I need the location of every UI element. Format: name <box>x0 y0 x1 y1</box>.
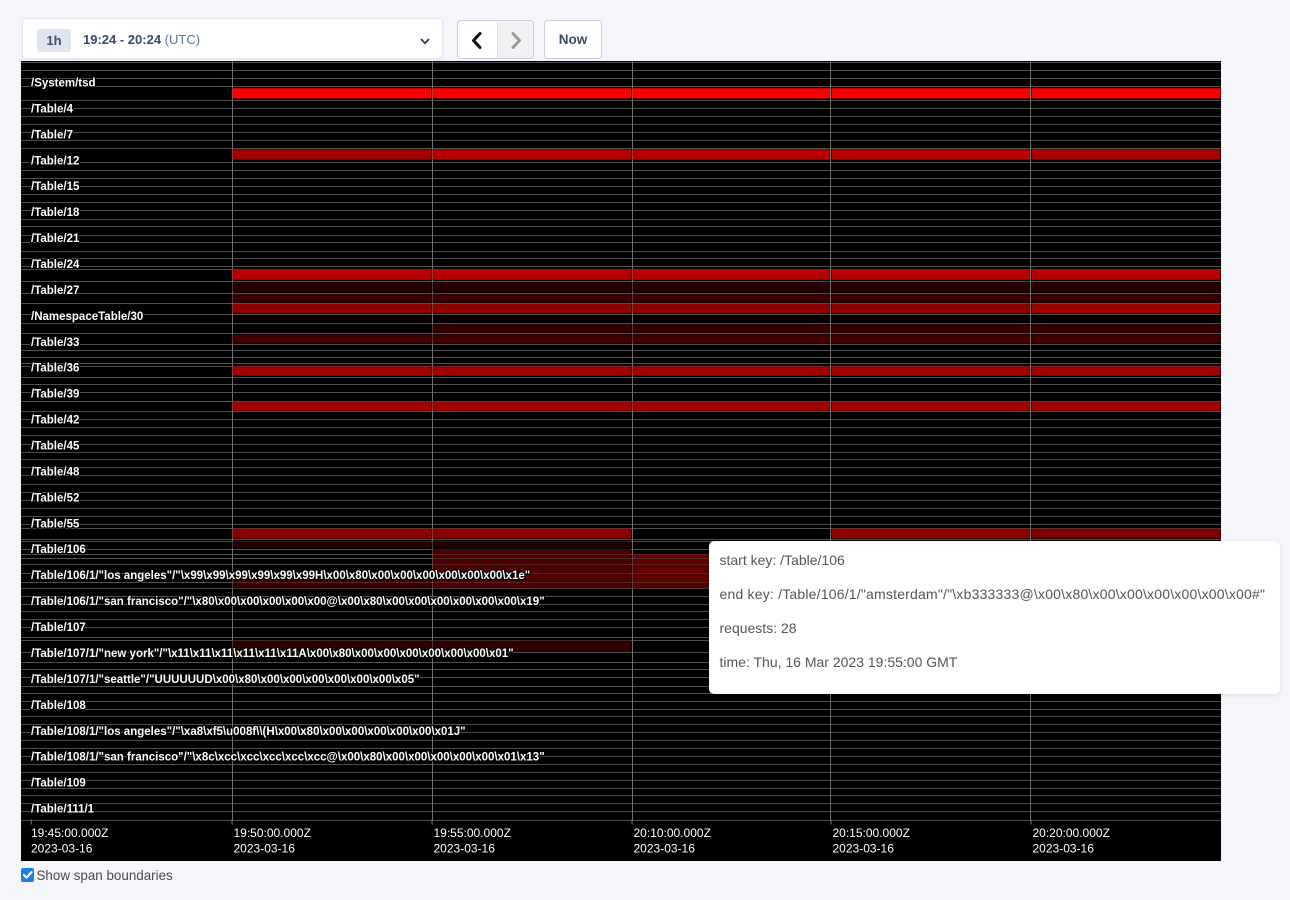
svg-text:/Table/27: /Table/27 <box>31 285 79 297</box>
svg-text:/Table/108/1/"san francisco"/": /Table/108/1/"san francisco"/"\x8c\xcc\x… <box>31 752 545 764</box>
svg-text:20:10:00.000Z: 20:10:00.000Z <box>634 826 711 840</box>
svg-text:/System/tsd: /System/tsd <box>31 78 96 90</box>
svg-text:19:55:00.000Z: 19:55:00.000Z <box>434 826 511 840</box>
svg-text:/Table/42: /Table/42 <box>31 415 79 427</box>
svg-text:/Table/108: /Table/108 <box>31 700 86 712</box>
svg-text:2023-03-16: 2023-03-16 <box>634 842 696 856</box>
svg-text:2023-03-16: 2023-03-16 <box>434 842 496 856</box>
svg-text:/NamespaceTable/30: /NamespaceTable/30 <box>31 311 143 323</box>
svg-text:/Table/111/1: /Table/111/1 <box>31 804 95 816</box>
svg-text:19:50:00.000Z: 19:50:00.000Z <box>234 826 311 840</box>
svg-text:2023-03-16: 2023-03-16 <box>31 842 93 856</box>
svg-text:/Table/33: /Table/33 <box>31 337 79 349</box>
svg-text:/Table/108/1/"los angeles"/"\x: /Table/108/1/"los angeles"/"\xa8\xf5\u00… <box>31 726 466 738</box>
svg-text:/Table/106/1/"san francisco"/": /Table/106/1/"san francisco"/"\x80\x00\x… <box>31 596 545 608</box>
svg-text:20:15:00.000Z: 20:15:00.000Z <box>833 826 910 840</box>
svg-text:/Table/18: /Table/18 <box>31 207 80 219</box>
svg-text:19:45:00.000Z: 19:45:00.000Z <box>31 826 108 840</box>
svg-text:/Table/106: /Table/106 <box>31 544 86 556</box>
svg-text:/Table/36: /Table/36 <box>31 363 79 375</box>
svg-text:/Table/7: /Table/7 <box>31 129 73 141</box>
svg-text:/Table/48: /Table/48 <box>31 466 80 478</box>
svg-text:/Table/106/1/"los angeles"/"\x: /Table/106/1/"los angeles"/"\x99\x99\x99… <box>31 570 530 582</box>
svg-text:/Table/39: /Table/39 <box>31 389 79 401</box>
svg-text:2023-03-16: 2023-03-16 <box>234 842 296 856</box>
svg-text:/Table/55: /Table/55 <box>31 518 80 530</box>
svg-text:/Table/109: /Table/109 <box>31 778 86 790</box>
svg-text:/Table/15: /Table/15 <box>31 181 80 193</box>
svg-text:/Table/24: /Table/24 <box>31 259 80 271</box>
svg-text:/Table/107/1/"seattle"/"UUUUUU: /Table/107/1/"seattle"/"UUUUUUD\x00\x80\… <box>31 674 420 686</box>
svg-text:20:20:00.000Z: 20:20:00.000Z <box>1033 826 1110 840</box>
svg-text:/Table/45: /Table/45 <box>31 441 80 453</box>
svg-text:2023-03-16: 2023-03-16 <box>1033 842 1095 856</box>
svg-text:/Table/107: /Table/107 <box>31 622 86 634</box>
svg-text:/Table/12: /Table/12 <box>31 155 79 167</box>
svg-text:2023-03-16: 2023-03-16 <box>833 842 895 856</box>
svg-text:/Table/21: /Table/21 <box>31 233 80 245</box>
svg-text:/Table/52: /Table/52 <box>31 492 79 504</box>
svg-text:/Table/107/1/"new york"/"\x11\: /Table/107/1/"new york"/"\x11\x11\x11\x1… <box>31 648 514 660</box>
svg-text:/Table/4: /Table/4 <box>31 103 74 115</box>
